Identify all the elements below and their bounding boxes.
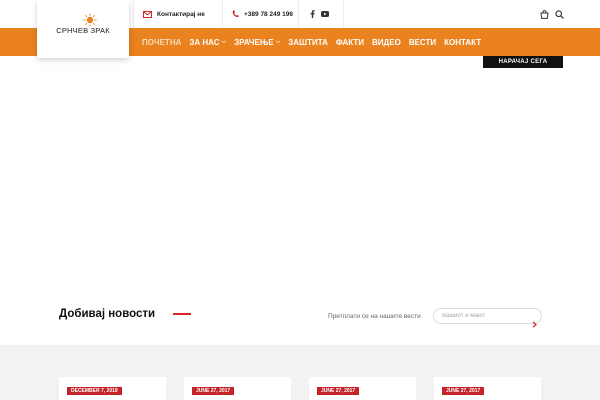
nav-item-label: КОНТАКТ <box>444 37 482 47</box>
page: Контактирај не +389 78 249 196 ПОЧЕТНА З… <box>0 0 600 400</box>
nav-item-news[interactable]: ВЕСТИ <box>405 28 440 56</box>
nav-item-label: ЗА НАС <box>189 37 220 47</box>
top-actions <box>540 0 564 28</box>
order-now-button[interactable]: НАРАЧАЈ СЕГА <box>483 56 563 68</box>
nav-item-label: ВЕСТИ <box>408 37 437 47</box>
nav-list: ПОЧЕТНА ЗА НАС ⌵ ЗРАЧЕЊЕ ⌵ ЗАШТИТА ФАКТИ В… <box>138 28 485 56</box>
divider <box>133 0 134 28</box>
nav-item-contact[interactable]: КОНТАКТ <box>440 28 485 56</box>
nav-item-video[interactable]: ВИДЕО <box>368 28 405 56</box>
news-card[interactable]: JUNE 27, 2017 <box>309 377 416 400</box>
nav-item-label: ЗРАЧЕЊЕ <box>234 37 274 47</box>
contact-label: Контактирај не <box>157 10 205 18</box>
date-badge: DECEMBER 7, 2019 <box>67 387 122 395</box>
nav-item-home[interactable]: ПОЧЕТНА <box>138 28 185 56</box>
email-field-wrapper <box>433 308 542 324</box>
email-field[interactable] <box>442 311 522 321</box>
nav-item-protection[interactable]: ЗАШТИТА <box>284 28 332 56</box>
news-card[interactable]: DECEMBER 7, 2019 <box>59 377 166 400</box>
submit-arrow-icon[interactable] <box>530 320 538 328</box>
nav-item-facts[interactable]: ФАКТИ <box>332 28 368 56</box>
contact-link[interactable]: Контактирај не <box>143 0 205 28</box>
mail-icon <box>143 10 152 18</box>
date-badge: JUNE 27, 2017 <box>317 387 360 395</box>
logo-text: СРНЧЕВ ЗРАК <box>56 26 110 35</box>
phone-number: +389 78 249 196 <box>244 10 293 18</box>
youtube-icon[interactable] <box>321 11 329 17</box>
nav-item-label: ЗАШТИТА <box>288 37 328 47</box>
sun-icon <box>83 13 97 27</box>
date-badge: JUNE 27, 2017 <box>192 387 235 395</box>
newsletter-subtitle: Претплати се на нашите вести <box>328 313 421 320</box>
facebook-icon[interactable] <box>310 10 315 18</box>
divider <box>222 0 223 28</box>
nav-item-radiation[interactable]: ЗРАЧЕЊЕ ⌵ <box>230 28 284 56</box>
newsletter-title: Добивај новости <box>59 308 156 320</box>
search-icon[interactable] <box>555 9 564 19</box>
nav-item-label: ВИДЕО <box>372 37 401 47</box>
news-card[interactable]: JUNE 27, 2017 <box>434 377 541 400</box>
divider <box>343 0 344 28</box>
date-badge: JUNE 27, 2017 <box>442 387 485 395</box>
news-card[interactable]: JUNE 27, 2017 <box>184 377 291 400</box>
nav-item-label: ПОЧЕТНА <box>142 37 182 47</box>
divider <box>298 0 299 28</box>
logo-mark: СРНЧЕВ ЗРАК <box>56 13 110 38</box>
phone-icon <box>232 10 239 18</box>
title-accent-line <box>173 313 191 315</box>
phone-link[interactable]: +389 78 249 196 <box>232 0 293 28</box>
social-links <box>310 0 329 28</box>
chevron-down-icon: ⌵ <box>275 38 281 45</box>
chevron-down-icon: ⌵ <box>221 38 227 45</box>
nav-item-about[interactable]: ЗА НАС ⌵ <box>185 28 230 56</box>
logo[interactable]: СРНЧЕВ ЗРАК <box>37 0 129 58</box>
cart-icon[interactable] <box>540 9 549 19</box>
nav-item-label: ФАКТИ <box>335 37 365 47</box>
